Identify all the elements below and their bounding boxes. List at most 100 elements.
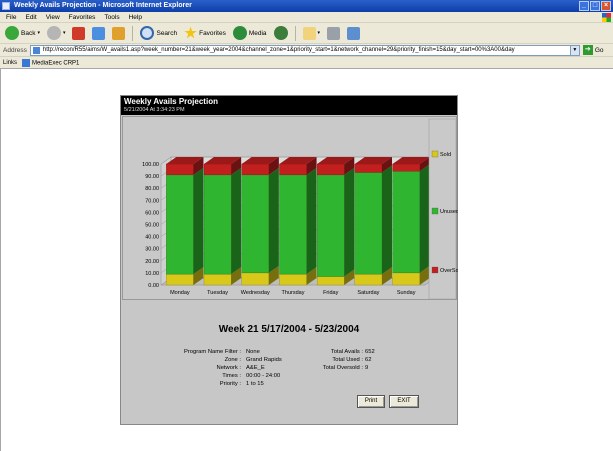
detail-label: Total Oversold : — [322, 365, 363, 371]
y-tick-label: 90.00 — [145, 174, 159, 180]
detail-value: A&E_E — [246, 365, 265, 371]
x-tick-label: Monday — [170, 290, 190, 296]
history-button[interactable] — [272, 25, 290, 42]
maximize-button[interactable]: □ — [590, 1, 600, 11]
bar-segment-unused — [279, 174, 307, 275]
media-button[interactable]: Media — [231, 25, 269, 42]
y-tick-label: 30.00 — [145, 247, 159, 253]
bar-segment-unused — [354, 172, 383, 275]
home-button[interactable] — [110, 25, 127, 42]
detail-row: Times : — [121, 373, 241, 381]
y-tick-label: 0.00 — [148, 283, 159, 289]
window-controls: _ □ × — [579, 1, 611, 11]
detail-value: Grand Rapids — [246, 357, 282, 363]
x-tick-label: Tuesday — [207, 290, 228, 296]
bar-segment-sold — [354, 273, 383, 286]
legend-label-sold: Sold — [440, 152, 451, 158]
menu-bar: File Edit View Favorites Tools Help — [0, 12, 613, 23]
bar-segment-sold — [316, 276, 345, 286]
legend-swatch-sold — [431, 150, 439, 158]
bar-segment-oversold — [279, 163, 307, 176]
media-icon — [232, 26, 247, 40]
favorites-button[interactable]: Favorites — [182, 25, 228, 42]
go-label: Go — [594, 46, 604, 54]
mail-icon — [302, 26, 316, 40]
detail-value: 9 — [365, 365, 369, 371]
legend-swatch-oversold — [431, 266, 439, 274]
search-label: Search — [156, 29, 178, 37]
menu-favorites[interactable]: Favorites — [69, 14, 96, 21]
stop-button[interactable] — [70, 25, 87, 42]
menu-file[interactable]: File — [6, 14, 16, 21]
x-tick-label: Saturday — [357, 290, 379, 296]
address-dropdown-button[interactable]: ▼ — [570, 44, 580, 56]
bar-segment-sold — [166, 273, 194, 286]
refresh-button[interactable] — [90, 25, 107, 42]
y-tick-label: 70.00 — [145, 198, 159, 204]
detail-row: Total Oversold : — [301, 365, 363, 373]
menu-edit[interactable]: Edit — [25, 14, 36, 21]
search-button[interactable]: Search — [138, 25, 179, 42]
page-content: Weekly Avails Projection 5/21/2004 At 3:… — [0, 69, 613, 451]
detail-value: 62 — [365, 357, 372, 363]
mail-button[interactable]: ▾ — [301, 25, 323, 42]
bar-side-unused — [306, 167, 317, 275]
report-title: Weekly Avails Projection — [124, 97, 218, 106]
menu-view[interactable]: View — [46, 14, 60, 21]
detail-value: None — [246, 349, 260, 355]
edit-button[interactable] — [345, 25, 362, 42]
legend-label-oversold: OverSold — [440, 268, 458, 274]
avails-chart: 0.00 10.00 20.00 30.00 40.00 50.00 60.00 70.00 8… — [122, 116, 458, 300]
print-toolbar-button[interactable] — [325, 25, 342, 42]
week-heading: Week 21 5/17/2004 - 5/23/2004 — [218, 324, 360, 335]
window-titlebar: Weekly Avails Projection - Microsoft Int… — [0, 0, 613, 12]
close-button[interactable]: × — [601, 1, 611, 11]
toolbar-separator — [294, 25, 296, 41]
forward-arrow-icon — [46, 26, 61, 40]
detail-label: Times : — [222, 373, 241, 379]
forward-dropdown-icon[interactable]: ▾ — [63, 30, 66, 36]
bar-segment-unused — [203, 174, 232, 275]
bar-segment-oversold — [354, 163, 383, 173]
minimize-button[interactable]: _ — [579, 1, 589, 11]
bar-segment-oversold — [316, 163, 345, 176]
forward-button[interactable]: ▾ — [45, 25, 68, 42]
detail-value: 00:00 - 24:00 — [246, 373, 281, 379]
bar-segment-unused — [166, 174, 194, 275]
x-tick-label: Friday — [323, 290, 339, 296]
back-label: Back — [21, 29, 36, 37]
y-tick-label: 40.00 — [145, 235, 159, 241]
report-panel: Weekly Avails Projection 5/21/2004 At 3:… — [120, 95, 458, 425]
detail-label: Priority : — [219, 381, 241, 387]
mail-dropdown-icon[interactable]: ▾ — [318, 30, 321, 36]
exit-button[interactable]: EXIT — [389, 395, 419, 408]
bar-segment-oversold — [241, 163, 270, 176]
detail-row: Total Avails : — [301, 349, 363, 357]
back-dropdown-icon[interactable]: ▾ — [37, 30, 40, 36]
bar-segment-sold — [203, 273, 232, 286]
print-button[interactable]: Print — [357, 395, 385, 408]
x-tick-label: Sunday — [397, 290, 416, 296]
x-tick-label: Thursday — [282, 290, 305, 296]
edit-icon — [347, 26, 361, 40]
back-button[interactable]: Back ▾ — [3, 25, 42, 42]
link-page-icon — [22, 58, 31, 67]
y-tick-label: 20.00 — [145, 259, 159, 265]
bar-side-unused — [231, 167, 242, 275]
bar-side-unused — [344, 167, 355, 277]
address-input[interactable]: http://recon/R55/aims/W_avails1.asp?week… — [29, 44, 571, 56]
go-button[interactable]: ➔ Go — [582, 45, 604, 55]
y-tick-label: 50.00 — [145, 223, 159, 229]
menu-help[interactable]: Help — [129, 14, 142, 21]
menu-tools[interactable]: Tools — [104, 14, 119, 21]
bar-segment-oversold — [392, 163, 420, 172]
detail-label: Network : — [216, 365, 241, 371]
x-tick-label: Wednesday — [241, 290, 270, 296]
link-mediaexec[interactable]: MediaExec CRP1 — [22, 58, 79, 67]
detail-label: Program Name Filter : — [183, 349, 241, 355]
address-bar: Address http://recon/R55/aims/W_avails1.… — [0, 44, 613, 57]
bar-side-unused — [268, 167, 279, 273]
bar-side-unused — [193, 167, 204, 275]
legend-swatch-unused — [431, 207, 439, 215]
y-tick-label: 60.00 — [145, 210, 159, 216]
